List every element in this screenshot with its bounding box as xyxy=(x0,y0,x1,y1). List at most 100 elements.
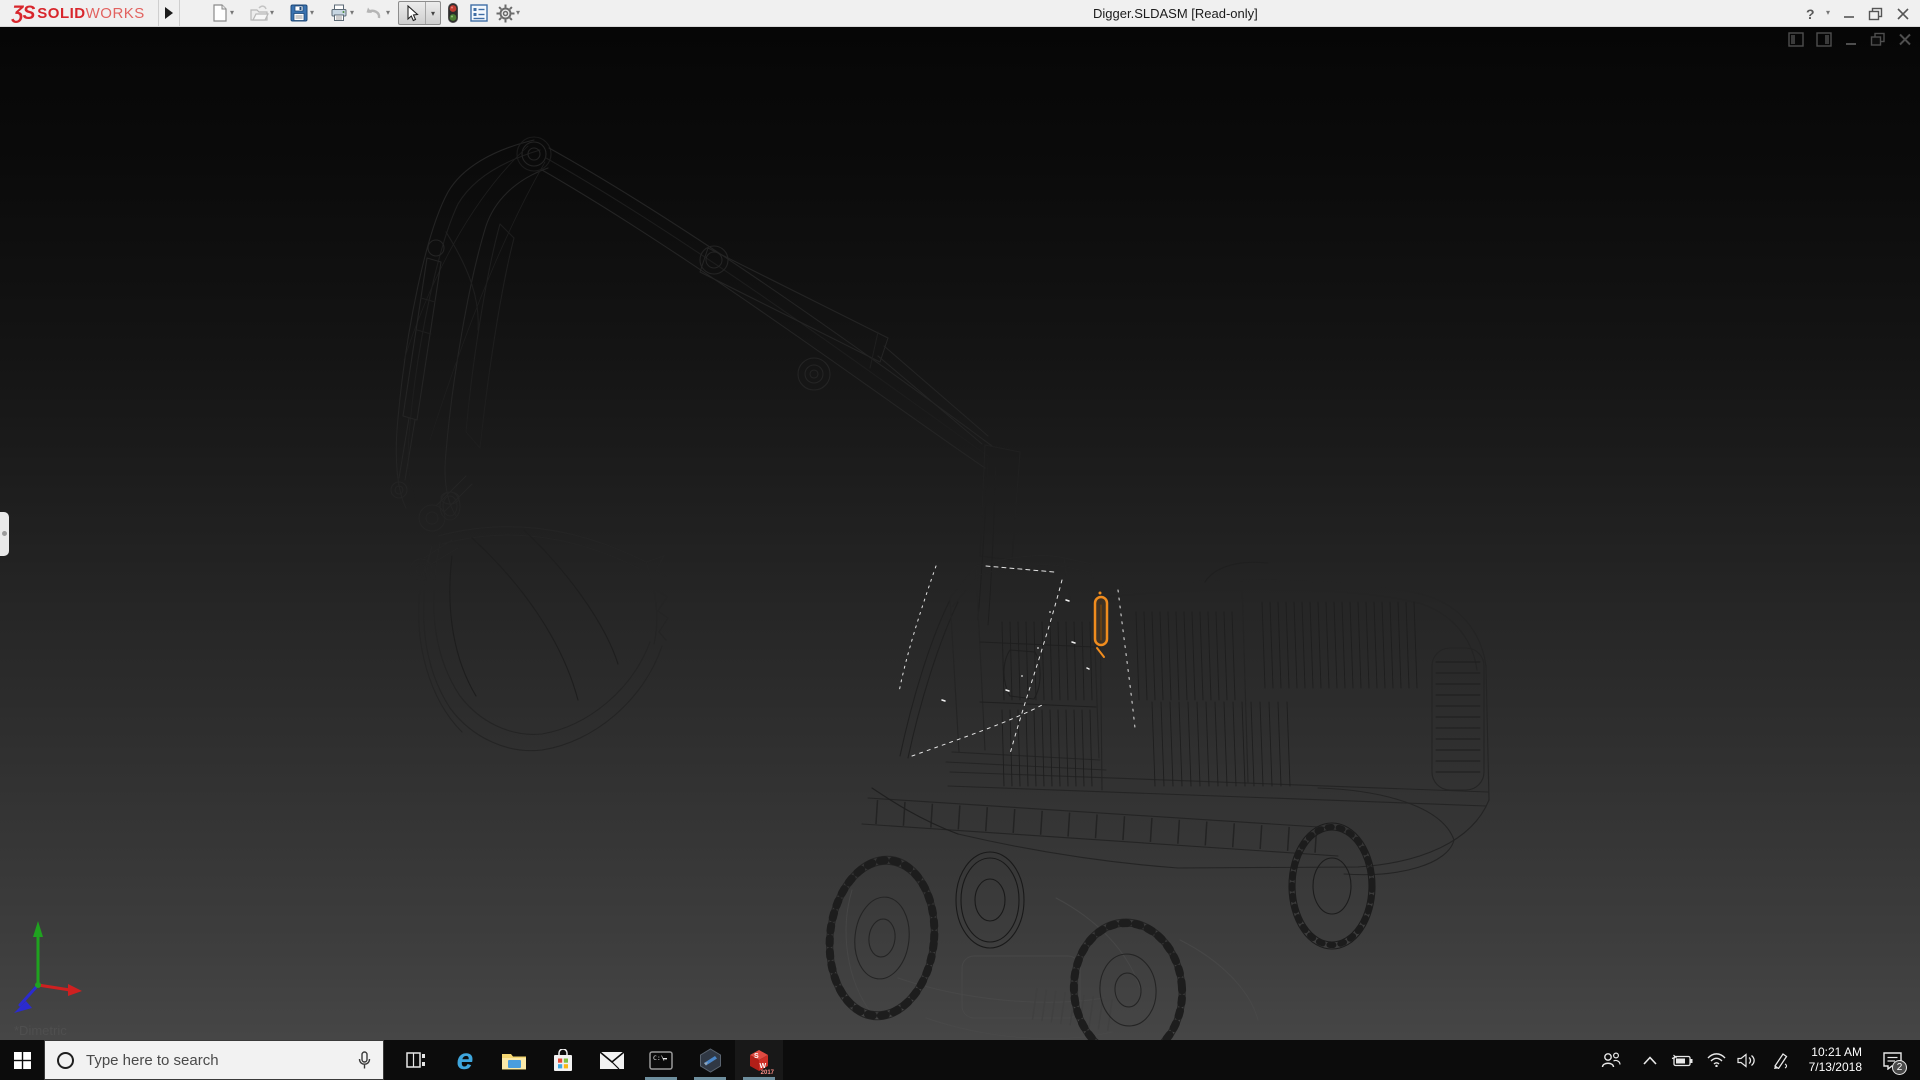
document-restore-icon[interactable] xyxy=(1870,32,1886,47)
print-icon xyxy=(331,4,347,21)
split-pane-left-icon[interactable] xyxy=(1788,32,1804,47)
help-button[interactable]: ? xyxy=(1806,0,1815,27)
options-button[interactable] xyxy=(494,2,516,24)
battery-button[interactable] xyxy=(1668,1040,1696,1080)
solidworks-year-label: 2017 xyxy=(760,1070,774,1076)
chevron-up-icon xyxy=(1643,1055,1657,1065)
print-dropdown[interactable]: ▾ xyxy=(350,9,358,17)
microphone-icon[interactable] xyxy=(358,1050,371,1070)
command-prompt-icon: C:\ xyxy=(649,1050,673,1070)
people-icon xyxy=(1601,1052,1621,1068)
windows-logo-icon xyxy=(13,1051,31,1069)
print-button[interactable] xyxy=(328,2,350,24)
solidworks-taskbar-button[interactable]: SW 2017 xyxy=(735,1040,783,1080)
rebuild-button[interactable] xyxy=(442,2,464,24)
rebuild-traffic-light-icon xyxy=(448,3,458,23)
document-minimize-icon[interactable] xyxy=(1844,32,1858,47)
bucket-linkage xyxy=(409,475,473,582)
solidworks-logo-mark: ƷS xyxy=(12,2,35,24)
tray-overflow-button[interactable] xyxy=(1636,1040,1664,1080)
solidworks-logo: ƷS SOLID WORKS xyxy=(12,2,145,25)
open-document-icon xyxy=(250,5,269,21)
document-close-icon[interactable] xyxy=(1898,32,1912,47)
minimize-button[interactable] xyxy=(1842,0,1856,27)
window-title: Digger.SLDASM [Read-only] xyxy=(1093,6,1258,21)
excavator-wireframe xyxy=(390,136,1490,1040)
svg-text:S: S xyxy=(754,1053,759,1060)
options-dropdown[interactable]: ▾ xyxy=(516,9,524,17)
file-explorer-button[interactable] xyxy=(490,1040,538,1080)
save-button[interactable] xyxy=(288,2,310,24)
flyout-arrow-icon xyxy=(165,7,173,19)
solidworks-app-icon: SW 2017 xyxy=(746,1047,774,1076)
open-document-dropdown[interactable]: ▾ xyxy=(270,9,278,17)
display-settings-button[interactable] xyxy=(468,2,490,24)
engine-housing xyxy=(947,561,1490,876)
graphics-viewport[interactable]: *Dimetric xyxy=(0,27,1920,1040)
volume-button[interactable] xyxy=(1732,1040,1760,1080)
new-document-icon xyxy=(212,4,227,22)
tray-time: 10:21 AM xyxy=(1811,1045,1862,1059)
solidworks-logo-light: WORKS xyxy=(85,5,145,22)
panel-tab-grip-icon xyxy=(2,531,7,536)
store-button[interactable] xyxy=(539,1040,587,1080)
pen-icon xyxy=(1773,1052,1787,1069)
taskbar-search-input[interactable]: Type here to search xyxy=(44,1040,384,1080)
cab-frame xyxy=(945,555,1107,771)
mail-button[interactable] xyxy=(588,1040,636,1080)
running-indicator-hexagon xyxy=(694,1077,726,1080)
svg-text:W: W xyxy=(760,1063,767,1070)
tray-date: 7/13/2018 xyxy=(1808,1060,1862,1074)
undo-button[interactable] xyxy=(362,2,384,24)
start-button[interactable] xyxy=(0,1040,44,1080)
select-tool-dropdown[interactable]: ▾ xyxy=(426,9,440,18)
hexagon-app-button[interactable] xyxy=(686,1040,734,1080)
file-explorer-icon xyxy=(502,1053,526,1069)
open-document-button[interactable] xyxy=(248,2,270,24)
search-placeholder: Type here to search xyxy=(86,1051,219,1069)
undo-dropdown[interactable]: ▾ xyxy=(386,9,394,17)
undercarriage-ghost xyxy=(845,889,1259,1040)
wifi-button[interactable] xyxy=(1702,1040,1730,1080)
menu-flyout-button[interactable] xyxy=(158,0,180,26)
stick-cylinder xyxy=(699,245,989,445)
wheel-rear-right xyxy=(1288,822,1376,950)
task-view-button[interactable] xyxy=(392,1040,440,1080)
save-dropdown[interactable]: ▾ xyxy=(310,9,318,17)
store-icon xyxy=(554,1048,572,1071)
restore-icon xyxy=(1868,7,1883,20)
running-indicator-solidworks xyxy=(743,1077,775,1080)
save-icon xyxy=(290,4,308,22)
title-bar: ƷS SOLID WORKS ▾ ▾ ▾ ▾ ▾ ▾ ▾ Digger.SLDA… xyxy=(0,0,1920,27)
command-prompt-button[interactable]: C:\ xyxy=(637,1040,685,1080)
help-dropdown[interactable]: ▾ xyxy=(1826,9,1834,17)
wifi-icon xyxy=(1706,1053,1726,1067)
people-button[interactable] xyxy=(1597,1040,1625,1080)
pen-button[interactable] xyxy=(1766,1040,1794,1080)
split-pane-right-icon[interactable] xyxy=(1816,32,1832,47)
collapsed-panel-tab[interactable] xyxy=(0,512,9,556)
mail-icon xyxy=(599,1050,625,1069)
windows-taskbar: Type here to search e C:\ S W 2017 10:21… xyxy=(0,1040,1920,1080)
close-button[interactable] xyxy=(1896,0,1910,27)
display-settings-list-icon xyxy=(470,4,488,22)
restore-button[interactable] xyxy=(1868,0,1884,27)
edge-button[interactable]: e xyxy=(441,1040,489,1080)
tray-clock[interactable]: 10:21 AM 7/13/2018 xyxy=(1796,1045,1862,1075)
boom-arm xyxy=(395,136,552,517)
hexagon-app-icon xyxy=(699,1047,721,1073)
notification-badge: 2 xyxy=(1892,1060,1907,1075)
select-tool-button[interactable]: ▾ xyxy=(398,1,441,25)
boom-stick xyxy=(541,147,1021,759)
new-document-dropdown[interactable]: ▾ xyxy=(230,9,238,17)
solidworks-logo-bold: SOLID xyxy=(37,5,86,22)
options-gear-icon xyxy=(496,4,514,22)
undo-icon xyxy=(366,7,381,19)
volume-icon xyxy=(1736,1052,1755,1068)
cortana-icon xyxy=(57,1051,74,1069)
action-center-button[interactable] xyxy=(1872,1040,1912,1080)
solidworks-window: ƷS SOLID WORKS ▾ ▾ ▾ ▾ ▾ ▾ ▾ Digger.SLDA… xyxy=(0,0,1920,1080)
wheel-rear-left xyxy=(955,851,1025,949)
close-icon xyxy=(1897,7,1909,20)
new-document-button[interactable] xyxy=(208,2,230,24)
